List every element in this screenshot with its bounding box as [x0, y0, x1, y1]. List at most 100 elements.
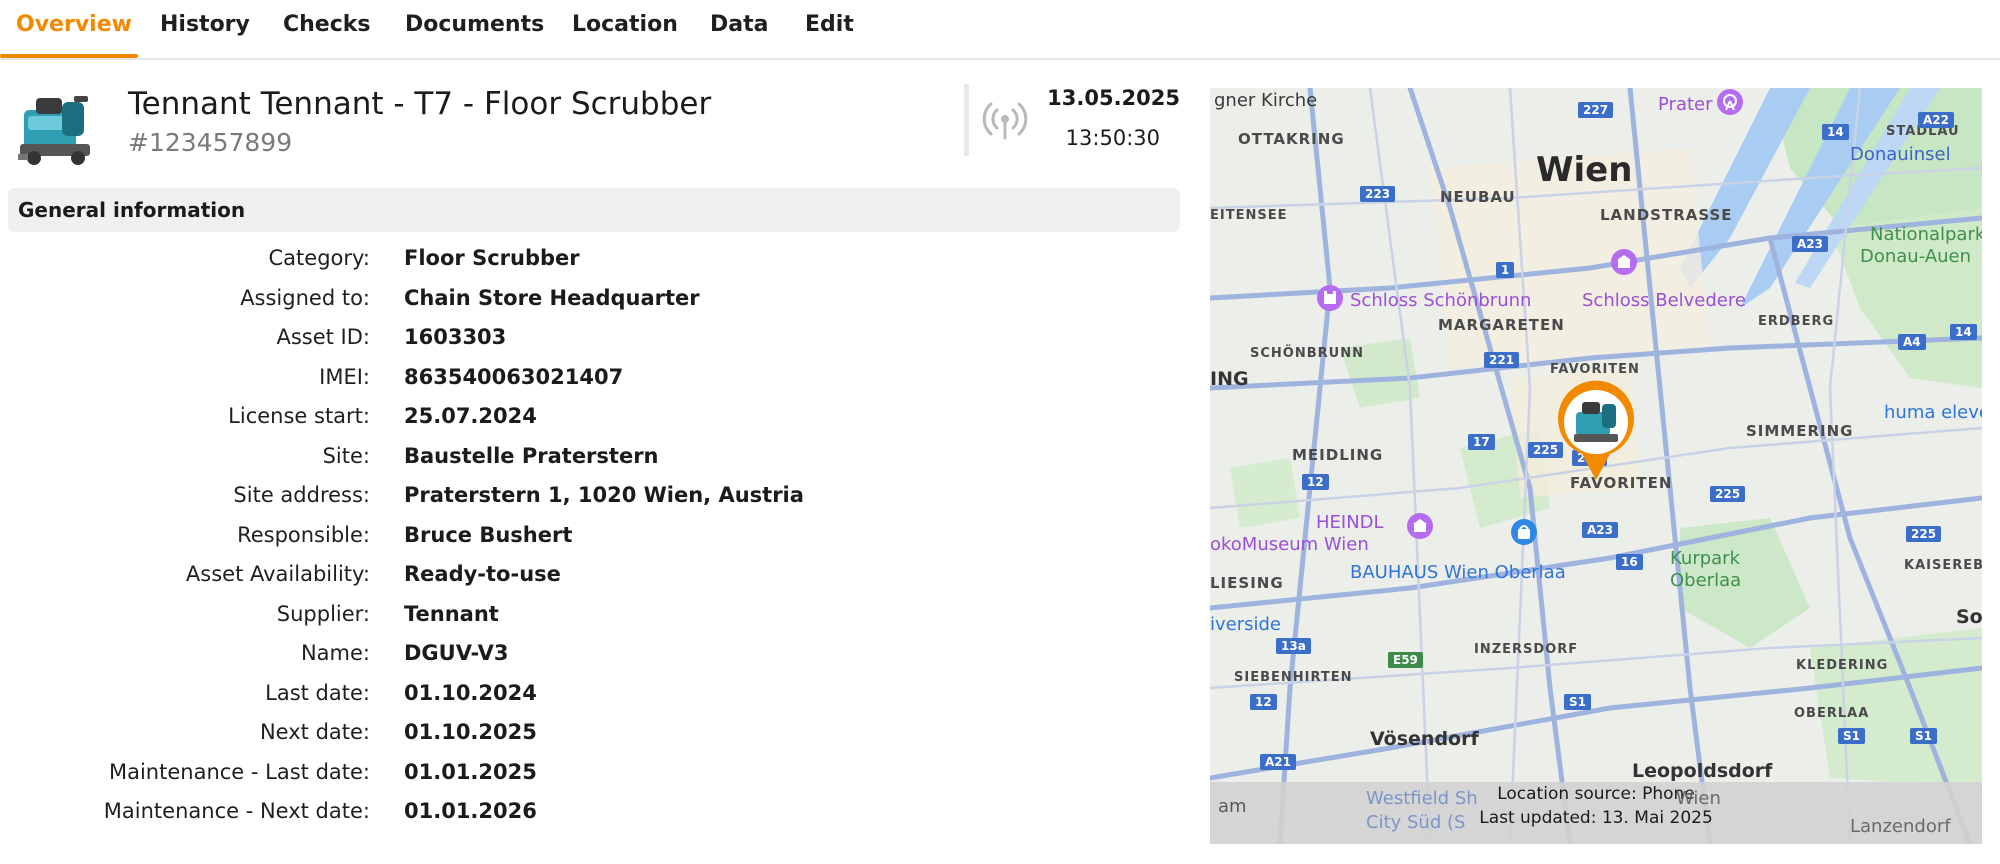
section-title: General information: [18, 198, 246, 222]
map-label-vosendorf: Vösendorf: [1370, 728, 1479, 750]
detail-value: 01.10.2024: [404, 680, 537, 705]
map-label-landstrasse: LANDSTRASSE: [1600, 206, 1733, 224]
detail-row-imei: IMEI: 863540063021407: [0, 361, 1180, 401]
detail-row-name: Name: DGUV-V3: [0, 637, 1180, 677]
tab-overview[interactable]: Overview: [16, 12, 132, 58]
road-shield: 223: [1360, 186, 1396, 202]
map-label-donau-auen: Donau-Auen: [1860, 246, 1972, 267]
detail-label: Name:: [300, 641, 370, 665]
map-label-city-sud: City Süd (S: [1366, 812, 1466, 833]
detail-label: Assigned to:: [240, 285, 370, 310]
shopping-icon: [1511, 519, 1537, 545]
road-shield: 225: [1710, 486, 1746, 502]
road-shield: S1: [1910, 728, 1937, 744]
road-shield: S1: [1564, 694, 1591, 710]
road-shield: 16: [1616, 554, 1643, 570]
map-label-siebenhirten: SIEBENHIRTEN: [1234, 670, 1353, 685]
map-label-wien-small: Wien: [1676, 788, 1721, 809]
detail-label: Site address:: [233, 483, 370, 507]
detail-row-assigned-to: Assigned to: Chain Store Headquarter: [0, 282, 1180, 322]
detail-value: 863540063021407: [404, 364, 624, 389]
road-shield: 12: [1250, 694, 1277, 710]
map-label-schonbrunn: SCHÖNBRUNN: [1250, 346, 1364, 361]
details-list: Category: Floor Scrubber Assigned to: Chai…: [0, 242, 1180, 835]
road-shield: 227: [1578, 102, 1614, 118]
map-label-schloss-belvedere: Schloss Belvedere: [1582, 290, 1746, 311]
detail-label: Next date:: [259, 720, 370, 744]
map-label-leopoldsdorf: Leopoldsdorf: [1632, 760, 1773, 782]
detail-row-license-start: License start: 25.07.2024: [0, 400, 1180, 440]
detail-value: 01.01.2026: [404, 799, 537, 823]
detail-label: Asset Availability:: [185, 562, 370, 586]
detail-value: Chain Store Headquarter: [404, 285, 700, 310]
detail-label: Site:: [322, 443, 370, 468]
road-shield: E59: [1388, 652, 1423, 668]
ferris-wheel-icon: [1717, 89, 1743, 115]
detail-row-supplier: Supplier: Tennant: [0, 598, 1180, 638]
map-label-kaiserebersdorf: KAISEREBE: [1904, 558, 1982, 573]
detail-value: Bruce Bushert: [404, 522, 573, 547]
map-label-oberlaa-park: Oberlaa: [1670, 570, 1742, 591]
map-label-favoriten-small: FAVORITEN: [1550, 362, 1640, 377]
map-label-kirche: gner Kirche: [1214, 90, 1318, 111]
last-seen-date: 13.05.2025: [1047, 86, 1180, 110]
road-shield: 14: [1950, 324, 1977, 340]
detail-row-category: Category: Floor Scrubber: [0, 242, 1180, 282]
road-shield: A22: [1918, 112, 1954, 128]
detail-label: IMEI:: [319, 364, 370, 389]
detail-row-asset-id: Asset ID: 1603303: [0, 321, 1180, 361]
road-shield: A23: [1792, 236, 1828, 252]
road-shield: 221: [1484, 352, 1520, 368]
map-label-ing: ING: [1210, 368, 1249, 390]
map-location-footer: am Westfield Sh City Süd (S Wien Lanzend…: [1210, 782, 1982, 844]
road-shield: 12: [1302, 474, 1329, 490]
map-label-simmering: SIMMERING: [1746, 422, 1854, 440]
map-label-ottakring: OTTAKRING: [1238, 130, 1345, 148]
detail-value: Baustelle Praterstern: [404, 443, 659, 468]
map-label-okomuseum: okoMuseum Wien: [1210, 534, 1369, 555]
detail-row-asset-availability: Asset Availability: Ready-to-use: [0, 558, 1180, 598]
detail-row-responsible: Responsible: Bruce Bushert: [0, 519, 1180, 559]
detail-row-site: Site: Baustelle Praterstern: [0, 440, 1180, 480]
detail-label: Maintenance - Next date:: [103, 799, 370, 823]
map-label-neubau: NEUBAU: [1440, 188, 1516, 206]
detail-value: 01.10.2025: [404, 720, 537, 744]
tab-documents[interactable]: Documents: [405, 12, 544, 58]
map-label-nationalpark: Nationalpark: [1870, 224, 1982, 245]
active-tab-indicator: [0, 54, 138, 58]
tab-checks[interactable]: Checks: [283, 12, 371, 58]
map-label-meidling: MEIDLING: [1292, 446, 1384, 464]
tab-history[interactable]: History: [160, 12, 250, 58]
tab-bar: Overview History Checks Documents Locati…: [0, 0, 2000, 60]
tab-edit[interactable]: Edit: [805, 12, 854, 58]
map-label-lanzendorf: Lanzendorf: [1850, 816, 1951, 837]
museum-icon: [1407, 513, 1433, 539]
road-shield: 13a: [1276, 638, 1311, 654]
map-label-so: So: [1956, 606, 1982, 628]
asset-location-marker-icon[interactable]: [1554, 380, 1638, 482]
map-label-wien: Wien: [1536, 150, 1633, 190]
map-label-erdberg: ERDBERG: [1758, 314, 1835, 329]
detail-label: Category:: [268, 246, 370, 270]
general-information-header: General information: [8, 188, 1180, 232]
location-map[interactable]: gner Kirche OTTAKRING Wien NEUBAU LANDST…: [1210, 88, 1982, 844]
detail-value: 25.07.2024: [404, 404, 537, 428]
map-label-prater: Prater: [1658, 94, 1713, 115]
map-label-eitensee: EITENSEE: [1210, 208, 1288, 223]
map-label-iverside: iverside: [1210, 614, 1282, 635]
tab-data[interactable]: Data: [710, 12, 768, 58]
detail-value: DGUV-V3: [404, 641, 509, 665]
tab-location[interactable]: Location: [572, 12, 678, 58]
map-label-schloss-schonbrunn: Schloss Schönbrunn: [1350, 290, 1532, 311]
map-label-humanelev: huma eleve: [1884, 402, 1982, 423]
detail-value: Tennant: [404, 601, 499, 626]
map-label-heindl: HEINDL: [1316, 512, 1384, 533]
road-shield: 1: [1496, 262, 1515, 278]
map-label-inzersdorf: INZERSDORF: [1474, 642, 1579, 657]
floor-scrubber-thumbnail: [18, 96, 90, 165]
detail-value: Praterstern 1, 1020 Wien, Austria: [404, 483, 804, 507]
museum-icon: [1611, 249, 1637, 275]
detail-label: Supplier:: [276, 601, 370, 626]
road-shield: A23: [1582, 522, 1618, 538]
last-seen-time: 13:50:30: [1065, 126, 1160, 150]
